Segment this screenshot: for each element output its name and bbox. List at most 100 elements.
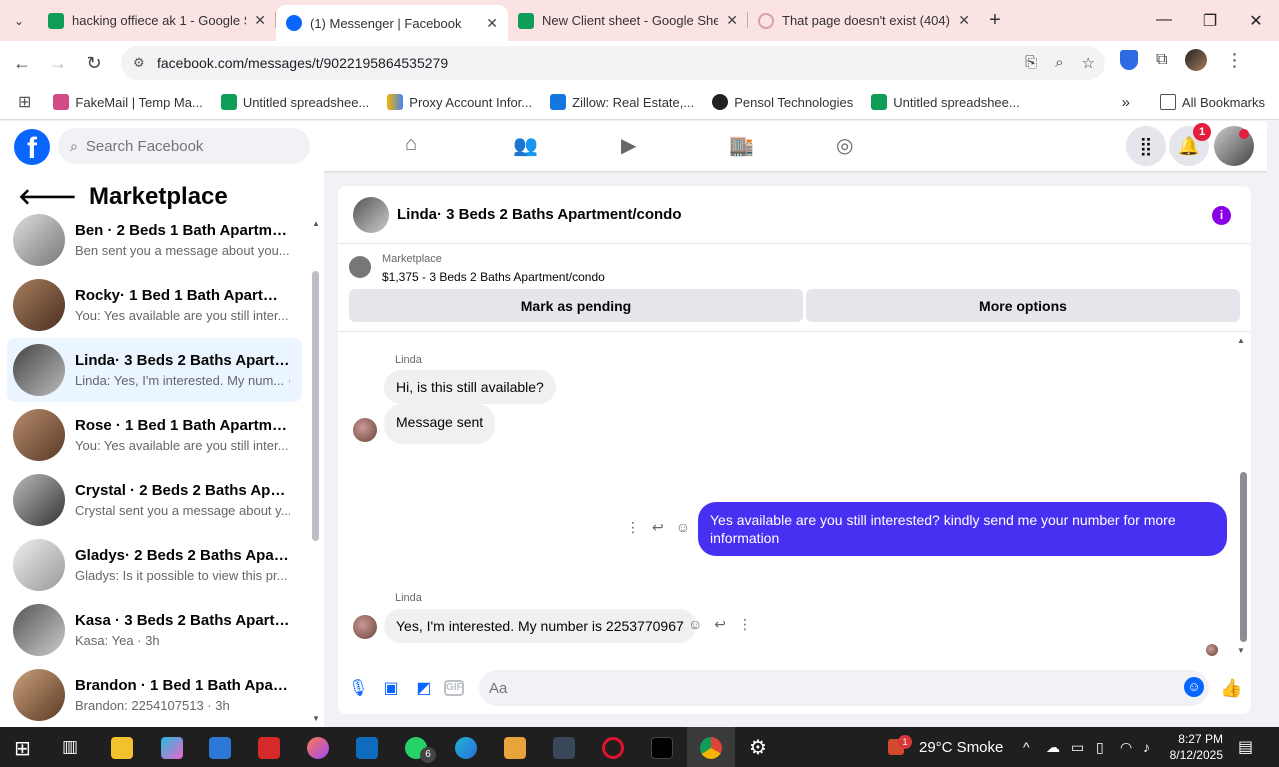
- chrome-icon[interactable]: [700, 737, 722, 759]
- bookmark-fakemail[interactable]: FakeMail | Temp Ma...: [53, 94, 203, 110]
- mark-pending-button[interactable]: Mark as pending: [349, 289, 803, 322]
- shield-extension-icon[interactable]: [1120, 50, 1138, 70]
- message-bubble[interactable]: Hi, is this still available?: [384, 370, 556, 404]
- install-app-icon[interactable]: ⎘: [1025, 54, 1037, 72]
- bookmark-spreadsheet-1[interactable]: Untitled spreadshee...: [220, 94, 369, 110]
- photo-icon[interactable]: ▣: [381, 678, 401, 698]
- conversation-brandon[interactable]: Brandon · 1 Bed 1 Bath Apartme...Brandon…: [7, 663, 302, 727]
- scroll-down-icon[interactable]: ▼: [312, 714, 320, 723]
- page-scrollbar[interactable]: [1267, 121, 1279, 727]
- scroll-up-icon[interactable]: ▲: [312, 219, 320, 228]
- close-tab-icon[interactable]: ✕: [958, 12, 970, 29]
- reload-icon[interactable]: ↻: [76, 53, 112, 74]
- profile-avatar[interactable]: [1185, 49, 1208, 71]
- copilot-icon[interactable]: [161, 737, 183, 759]
- edge-icon[interactable]: [455, 737, 477, 759]
- puzzle-icon[interactable]: ⧉: [1156, 51, 1167, 69]
- sender-avatar[interactable]: [353, 615, 377, 639]
- zoom-icon[interactable]: ⌕: [1055, 54, 1063, 72]
- tab-sheets-2[interactable]: New Client sheet - Google Shee ✕: [508, 0, 748, 41]
- message-bubble[interactable]: Yes, I'm interested. My number is 225377…: [384, 609, 696, 643]
- back-icon[interactable]: ←: [4, 53, 40, 74]
- more-actions-icon[interactable]: ⋮: [626, 519, 640, 536]
- close-tab-icon[interactable]: ✕: [726, 12, 738, 29]
- thumbs-up-icon[interactable]: 👍: [1220, 678, 1242, 698]
- all-bookmarks[interactable]: All Bookmarks: [1159, 94, 1265, 110]
- conversation-rose[interactable]: Rose · 1 Bed 1 Bath Apartment/c...You: Y…: [7, 403, 302, 467]
- scroll-up-icon[interactable]: ▲: [1237, 336, 1245, 345]
- info-icon[interactable]: i: [1212, 206, 1231, 225]
- file-explorer-icon[interactable]: [111, 737, 133, 759]
- battery-icon[interactable]: ▭: [1071, 739, 1084, 756]
- app-icon[interactable]: [504, 737, 526, 759]
- forward-icon[interactable]: →: [40, 53, 76, 74]
- notification-center-icon[interactable]: ▤: [1238, 737, 1253, 757]
- home-icon[interactable]: ⌂: [405, 133, 417, 156]
- tab-404[interactable]: That page doesn't exist (404) - I ✕: [748, 0, 980, 41]
- settings-gear-icon[interactable]: ⚙: [749, 735, 767, 760]
- clock[interactable]: 8:27 PM 8/12/2025: [1167, 731, 1223, 763]
- tab-messenger[interactable]: (1) Messenger | Facebook ✕: [276, 5, 508, 41]
- sticker-icon[interactable]: ◩: [414, 678, 434, 698]
- friends-icon[interactable]: 👥: [513, 133, 538, 158]
- opera-icon[interactable]: [602, 737, 624, 759]
- bookmark-proxy[interactable]: Proxy Account Infor...: [387, 94, 532, 110]
- groups-icon[interactable]: ◎: [836, 133, 853, 158]
- marketplace-icon[interactable]: 🏬: [729, 133, 754, 158]
- listing-thumbnail[interactable]: [349, 256, 371, 278]
- outlook-icon[interactable]: [356, 737, 378, 759]
- minimize-icon[interactable]: —: [1141, 11, 1187, 31]
- search-input[interactable]: [85, 137, 286, 155]
- sidebar-scrollbar[interactable]: [312, 271, 319, 541]
- chat-title[interactable]: Linda· 3 Beds 2 Baths Apartment/condo: [397, 206, 681, 223]
- conversation-rocky[interactable]: Rocky· 1 Bed 1 Bath Apartment/...You: Ye…: [7, 273, 302, 337]
- microphone-icon[interactable]: 🎙: [348, 678, 368, 698]
- bookmark-zillow[interactable]: Zillow: Real Estate,...: [550, 94, 694, 110]
- emoji-icon[interactable]: ☺: [1184, 677, 1204, 697]
- volume-icon[interactable]: ♪: [1143, 739, 1150, 755]
- new-tab-icon[interactable]: +: [980, 9, 1010, 32]
- gif-icon[interactable]: GIF: [444, 680, 464, 696]
- menu-kebab-icon[interactable]: ⋮: [1225, 50, 1243, 71]
- facebook-search[interactable]: ⌕: [58, 128, 310, 164]
- thread-scrollbar[interactable]: [1240, 472, 1247, 642]
- weather-text[interactable]: 29°C Smoke: [919, 739, 1003, 756]
- restore-icon[interactable]: ❐: [1187, 11, 1233, 31]
- sender-avatar[interactable]: [353, 418, 377, 442]
- conversation-linda[interactable]: Linda· 3 Beds 2 Baths Apartmen...Linda: …: [7, 338, 302, 402]
- facebook-logo-icon[interactable]: f: [14, 129, 50, 165]
- tab-search-button[interactable]: ⌄: [0, 0, 38, 41]
- conversation-crystal[interactable]: Crystal · 2 Beds 2 Baths Apartm...Crysta…: [7, 468, 302, 532]
- more-options-button[interactable]: More options: [806, 289, 1240, 322]
- app-icon[interactable]: [258, 737, 280, 759]
- menu-grid-icon[interactable]: ⣿: [1126, 126, 1166, 166]
- conversation-ben[interactable]: Ben · 2 Beds 1 Bath Apartment/c...Ben se…: [7, 208, 302, 272]
- app-icon[interactable]: [553, 737, 575, 759]
- scroll-down-icon[interactable]: ▼: [1237, 646, 1245, 655]
- video-icon[interactable]: ▶: [621, 133, 636, 158]
- windows-start-icon[interactable]: ⊞: [14, 736, 31, 761]
- device-icon[interactable]: ▯: [1096, 739, 1104, 756]
- star-icon[interactable]: ☆: [1082, 54, 1095, 72]
- close-tab-icon[interactable]: ✕: [254, 12, 266, 29]
- tab-sheets-1[interactable]: hacking offiece ak 1 - Google Sh ✕: [38, 0, 276, 41]
- wifi-icon[interactable]: ◠: [1120, 739, 1132, 756]
- app-icon[interactable]: [307, 737, 329, 759]
- store-icon[interactable]: [209, 737, 231, 759]
- task-view-icon[interactable]: ▥: [62, 737, 78, 757]
- message-input[interactable]: [489, 679, 1139, 697]
- onedrive-icon[interactable]: ☁: [1046, 739, 1060, 756]
- more-actions-icon[interactable]: ⋮: [738, 616, 752, 633]
- close-window-icon[interactable]: ✕: [1233, 11, 1279, 31]
- chevron-up-icon[interactable]: ^: [1023, 739, 1030, 755]
- back-arrow-icon[interactable]: 🡐: [18, 184, 77, 210]
- reply-icon[interactable]: ↩: [652, 519, 664, 536]
- react-emoji-icon[interactable]: ☺: [688, 616, 702, 633]
- bookmark-pensol[interactable]: Pensol Technologies: [712, 94, 853, 110]
- close-tab-icon[interactable]: ✕: [486, 15, 498, 32]
- more-bookmarks-icon[interactable]: »: [1122, 94, 1130, 111]
- site-info-icon[interactable]: ⚙: [133, 55, 145, 71]
- url-bar[interactable]: ⚙ facebook.com/messages/t/90221958645352…: [121, 46, 1105, 80]
- message-bubble[interactable]: Message sent: [384, 404, 496, 444]
- conversation-gladys[interactable]: Gladys· 2 Beds 2 Baths Apartme...Gladys:…: [7, 533, 302, 597]
